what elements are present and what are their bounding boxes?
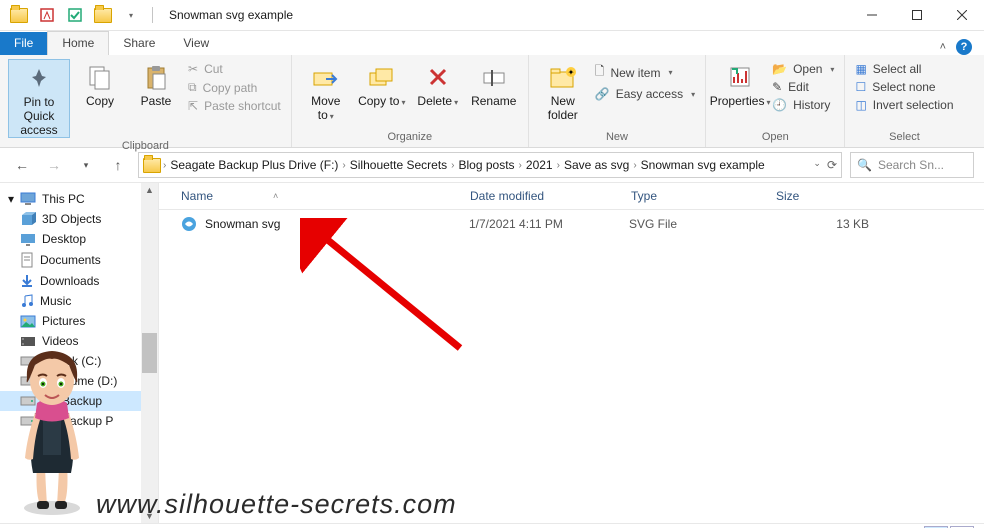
column-headers[interactable]: Name˄ Date modified Type Size (159, 183, 984, 210)
qat-new-folder-icon[interactable] (92, 4, 114, 26)
forward-button[interactable]: → (42, 153, 66, 177)
search-icon: 🔍 (857, 158, 872, 172)
up-button[interactable]: ↑ (106, 153, 130, 177)
scissors-icon: ✂ (188, 62, 198, 76)
chevron-up-icon[interactable]: ˄ (940, 41, 946, 53)
path-icon: ⧉ (188, 80, 197, 95)
open-button[interactable]: 📂Open▾ (770, 61, 836, 77)
ribbon: Pin to Quick access Copy Paste ✂Cut ⧉Cop… (0, 55, 984, 148)
refresh-icon[interactable]: ⟳ (827, 158, 837, 172)
ribbon-tabs: File Home Share View ˄ ? (0, 31, 984, 55)
rename-button[interactable]: Rename (468, 59, 520, 129)
back-button[interactable]: ← (10, 153, 34, 177)
address-bar: ← → ▾ ↑ › Seagate Backup Plus Drive (F:)… (0, 148, 984, 183)
maximize-button[interactable] (894, 0, 939, 30)
open-icon: 📂 (772, 62, 787, 76)
properties-icon (724, 61, 756, 93)
app-icon (8, 4, 30, 26)
properties-button[interactable]: Properties▾ (714, 59, 766, 129)
history-icon: 🕘 (772, 98, 787, 112)
select-none-button[interactable]: ☐Select none (853, 79, 955, 95)
paste-button[interactable]: Paste (130, 59, 182, 138)
pin-icon (23, 62, 55, 94)
pin-to-quick-access-button[interactable]: Pin to Quick access (8, 59, 70, 138)
invert-icon: ◫ (855, 98, 866, 112)
group-label-open: Open (714, 129, 836, 145)
search-input[interactable]: 🔍 Search Sn... (850, 152, 974, 178)
history-button[interactable]: 🕘History (770, 97, 836, 113)
tab-home[interactable]: Home (47, 31, 109, 55)
refresh-dropdown-icon[interactable]: ⌄ (813, 158, 821, 172)
tab-file[interactable]: File (0, 32, 47, 55)
breadcrumb-icon (143, 158, 161, 173)
select-none-icon: ☐ (855, 80, 866, 94)
group-label-select: Select (853, 129, 955, 145)
help-icon[interactable]: ? (956, 39, 972, 55)
copy-button[interactable]: Copy (74, 59, 126, 138)
sidebar-item-music[interactable]: Music (0, 291, 158, 311)
copy-path-button[interactable]: ⧉Copy path (186, 79, 283, 96)
sidebar-item-downloads[interactable]: Downloads (0, 271, 158, 291)
watermark-avatar (6, 343, 98, 518)
sidebar-item-3d-objects[interactable]: 3D Objects (0, 209, 158, 229)
copy-icon (84, 61, 116, 93)
cut-button[interactable]: ✂Cut (186, 61, 283, 77)
sidebar-item-pictures[interactable]: Pictures (0, 311, 158, 331)
copy-to-icon (366, 61, 398, 93)
paste-icon (140, 61, 172, 93)
select-all-button[interactable]: ▦Select all (853, 61, 955, 77)
status-bar: 1 item ☰ ▦ (0, 523, 984, 528)
tab-share[interactable]: Share (109, 32, 169, 55)
titlebar: ▾ Snowman svg example (0, 0, 984, 31)
copy-to-button[interactable]: Copy to▾ (356, 59, 408, 129)
breadcrumb[interactable]: › Seagate Backup Plus Drive (F:)› Silhou… (138, 152, 842, 178)
delete-button[interactable]: Delete▾ (412, 59, 464, 129)
new-folder-button[interactable]: ✦ New folder (537, 59, 589, 129)
watermark-text: www.silhouette-secrets.com (96, 489, 457, 520)
new-item-button[interactable]: 🗋New item▾ (593, 61, 697, 84)
paste-shortcut-button[interactable]: ⇱Paste shortcut (186, 98, 283, 114)
tab-view[interactable]: View (169, 32, 223, 55)
group-label-organize: Organize (300, 129, 520, 145)
delete-icon (422, 61, 454, 93)
window-title: Snowman svg example (169, 8, 293, 22)
qat-dropdown-icon[interactable]: ▾ (120, 4, 142, 26)
move-to-icon (310, 61, 342, 93)
easy-access-icon: 🔗 (595, 87, 610, 101)
sidebar-scrollbar[interactable]: ▲▼ (141, 183, 158, 523)
file-list: Name˄ Date modified Type Size Snowman sv… (159, 183, 984, 523)
edit-icon: ✎ (772, 80, 782, 94)
sidebar-item-documents[interactable]: Documents (0, 249, 158, 271)
sort-indicator-icon: ˄ (273, 191, 278, 201)
sidebar-this-pc[interactable]: ▾This PC (0, 189, 158, 209)
file-row[interactable]: Snowman svg 1/7/2021 4:11 PM SVG File 13… (159, 210, 984, 238)
move-to-button[interactable]: Move to▾ (300, 59, 352, 129)
qat-checkbox-icon[interactable] (64, 4, 86, 26)
close-button[interactable] (939, 0, 984, 30)
shortcut-icon: ⇱ (188, 99, 198, 113)
sidebar-item-desktop[interactable]: Desktop (0, 229, 158, 249)
new-item-icon: 🗋 (595, 62, 605, 83)
invert-selection-button[interactable]: ◫Invert selection (853, 97, 955, 113)
recent-dropdown[interactable]: ▾ (74, 153, 98, 177)
easy-access-button[interactable]: 🔗Easy access▾ (593, 86, 697, 102)
svg-file-icon (181, 216, 197, 232)
group-label-new: New (537, 129, 697, 145)
select-all-icon: ▦ (855, 62, 866, 76)
qat-properties-icon[interactable] (36, 4, 58, 26)
edit-button[interactable]: ✎Edit (770, 79, 836, 95)
pc-icon (20, 192, 36, 206)
svg-text:✦: ✦ (567, 68, 574, 77)
rename-icon (478, 61, 510, 93)
new-folder-icon: ✦ (547, 61, 579, 93)
minimize-button[interactable] (849, 0, 894, 30)
